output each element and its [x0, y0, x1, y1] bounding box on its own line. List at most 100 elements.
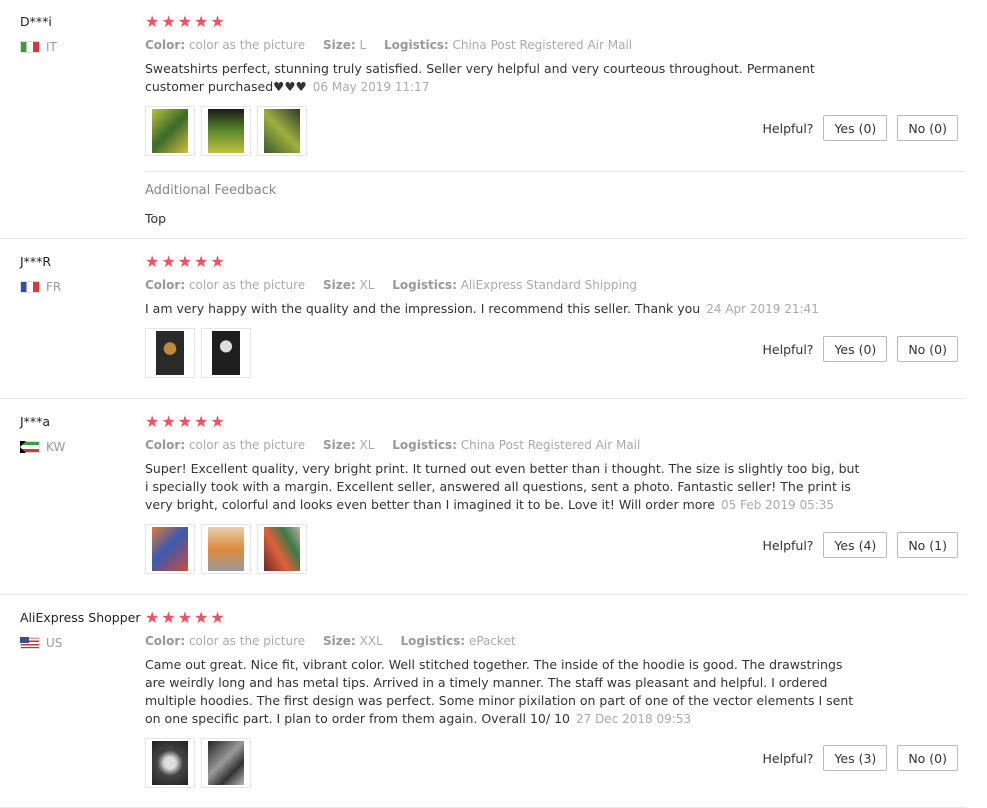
review-date: 06 May 2019 11:17	[312, 80, 430, 94]
photo-image	[264, 527, 300, 571]
helpful-no-button[interactable]: No (0)	[897, 115, 958, 141]
size-value: XL	[359, 278, 375, 292]
color-label: Color:	[145, 278, 186, 292]
color-label: Color:	[145, 38, 186, 52]
order-attributes: Color: color as the picture Size: XL Log…	[145, 278, 955, 292]
color-label: Color:	[145, 634, 186, 648]
helpful-label: Helpful?	[762, 120, 814, 136]
reviewer-country: US	[20, 636, 62, 650]
review-item: J***R FR ★★★★★ Color: color as the pictu…	[0, 238, 966, 399]
country-code: FR	[46, 280, 62, 294]
size-value: XL	[359, 438, 375, 452]
flag-icon	[20, 281, 40, 293]
helpful-controls: Helpful? Yes (0) No (0)	[763, 115, 958, 141]
photo-image	[208, 109, 244, 153]
helpful-controls: Helpful? Yes (0) No (0)	[763, 336, 958, 362]
reviewer-country: IT	[20, 40, 57, 54]
review-date: 24 Apr 2019 21:41	[706, 302, 819, 316]
review-photo[interactable]	[201, 738, 251, 788]
photo-image	[208, 741, 244, 785]
color-value: color as the picture	[188, 438, 306, 452]
logistics-value: AliExpress Standard Shipping	[460, 278, 638, 292]
helpful-no-button[interactable]: No (0)	[897, 745, 958, 771]
country-code: IT	[46, 40, 57, 54]
helpful-label: Helpful?	[762, 750, 814, 766]
color-value: color as the picture	[188, 38, 306, 52]
size-label: Size:	[322, 634, 356, 648]
logistics-value: China Post Registered Air Mail	[452, 38, 633, 52]
review-photo[interactable]	[201, 106, 251, 156]
additional-feedback-text: Top	[145, 211, 167, 226]
reviewer-country: FR	[20, 280, 61, 294]
helpful-label: Helpful?	[762, 537, 814, 553]
review-photo[interactable]	[257, 106, 307, 156]
photo-image	[264, 109, 300, 153]
color-value: color as the picture	[188, 278, 306, 292]
helpful-no-button[interactable]: No (1)	[897, 532, 958, 558]
logistics-label: Logistics:	[400, 634, 466, 648]
additional-feedback-title: Additional Feedback	[145, 183, 277, 198]
helpful-yes-button[interactable]: Yes (4)	[823, 532, 888, 558]
review-photo[interactable]	[201, 328, 251, 378]
review-item: AliExpress Shopper US ★★★★★ Color: color…	[0, 594, 966, 808]
helpful-yes-button[interactable]: Yes (0)	[823, 115, 888, 141]
reviewer-name: J***R	[20, 254, 52, 269]
review-text: I am very happy with the quality and the…	[145, 300, 865, 318]
review-photo[interactable]	[201, 524, 251, 574]
review-photo[interactable]	[145, 738, 195, 788]
country-code: US	[46, 636, 63, 650]
photo-image	[152, 109, 188, 153]
logistics-value: China Post Registered Air Mail	[460, 438, 641, 452]
review-content: I am very happy with the quality and the…	[145, 301, 701, 316]
review-item: J***a KW ★★★★★ Color: color as the pictu…	[0, 398, 966, 595]
review-content: Sweatshirts perfect, stunning truly sati…	[145, 61, 815, 94]
color-label: Color:	[145, 438, 186, 452]
photo-image	[152, 741, 188, 785]
size-label: Size:	[322, 38, 356, 52]
reviewer-name: D***i	[20, 14, 52, 29]
review-text: Super! Excellent quality, very bright pr…	[145, 460, 865, 514]
size-value: L	[359, 38, 367, 52]
order-attributes: Color: color as the picture Size: XXL Lo…	[145, 634, 955, 648]
reviewer-country: KW	[20, 440, 65, 454]
flag-icon	[20, 441, 40, 453]
logistics-label: Logistics:	[384, 38, 449, 52]
photo-image	[156, 331, 184, 375]
review-text: Came out great. Nice fit, vibrant color.…	[145, 656, 865, 728]
flag-icon	[20, 637, 40, 649]
helpful-controls: Helpful? Yes (4) No (1)	[763, 532, 958, 558]
order-attributes: Color: color as the picture Size: L Logi…	[145, 38, 955, 52]
helpful-yes-button[interactable]: Yes (0)	[823, 336, 888, 362]
review-date: 27 Dec 2018 09:53	[575, 712, 692, 726]
helpful-yes-button[interactable]: Yes (3)	[823, 745, 888, 771]
review-content: Came out great. Nice fit, vibrant color.…	[145, 657, 854, 726]
logistics-label: Logistics:	[392, 438, 457, 452]
review-photo[interactable]	[145, 328, 195, 378]
logistics-value: ePacket	[468, 634, 516, 648]
helpful-label: Helpful?	[762, 341, 814, 357]
size-label: Size:	[322, 438, 356, 452]
star-rating: ★★★★★	[145, 252, 227, 271]
photo-image	[208, 527, 244, 571]
star-rating: ★★★★★	[145, 12, 227, 31]
reviewer-name: AliExpress Shopper	[20, 610, 141, 625]
star-rating: ★★★★★	[145, 608, 227, 627]
photo-image	[152, 527, 188, 571]
flag-icon	[20, 41, 40, 53]
helpful-controls: Helpful? Yes (3) No (0)	[763, 745, 958, 771]
review-date: 05 Feb 2019 05:35	[720, 498, 835, 512]
review-text: Sweatshirts perfect, stunning truly sati…	[145, 60, 865, 96]
logistics-label: Logistics:	[392, 278, 457, 292]
helpful-no-button[interactable]: No (0)	[897, 336, 958, 362]
review-photo[interactable]	[257, 524, 307, 574]
size-label: Size:	[322, 278, 356, 292]
divider	[145, 171, 965, 172]
color-value: color as the picture	[188, 634, 306, 648]
review-item: D***i IT ★★★★★ Color: color as the pictu…	[0, 0, 966, 239]
order-attributes: Color: color as the picture Size: XL Log…	[145, 438, 955, 452]
photo-image	[212, 331, 240, 375]
size-value: XXL	[359, 634, 383, 648]
review-photo[interactable]	[145, 106, 195, 156]
reviewer-name: J***a	[20, 414, 51, 429]
review-photo[interactable]	[145, 524, 195, 574]
